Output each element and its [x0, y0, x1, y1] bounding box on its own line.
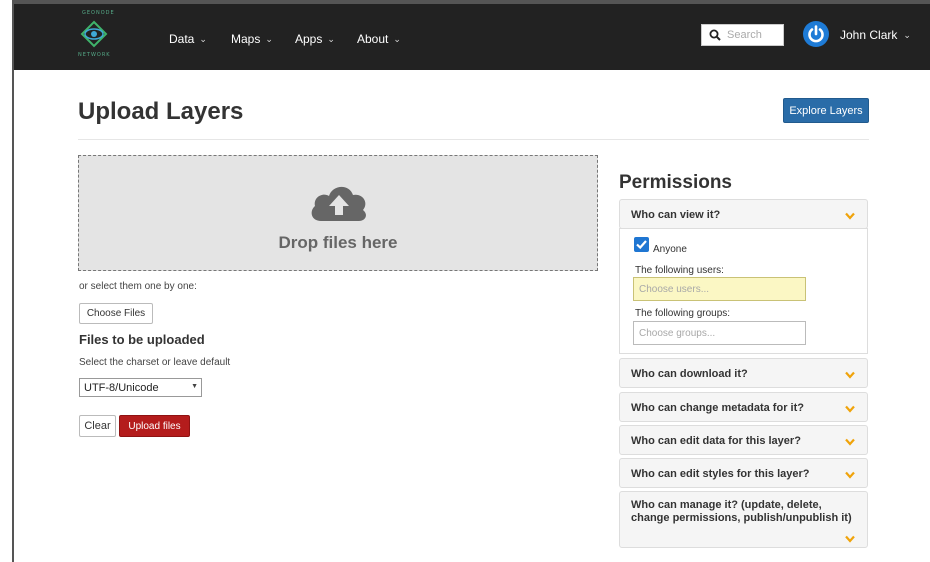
nav-item-apps[interactable]: Apps ⌄	[295, 32, 335, 46]
page-title: Upload Layers	[78, 98, 244, 125]
panel-heading: Who can manage it? (update, delete, chan…	[631, 499, 852, 524]
users-input[interactable]	[633, 277, 806, 301]
chevron-down-icon: ⌄	[265, 33, 273, 44]
nav-item-maps[interactable]: Maps ⌄	[231, 32, 273, 46]
logo-bottom-text: NETWORK	[78, 52, 111, 58]
user-name-label: John Clark	[840, 28, 898, 42]
chevron-down-icon	[845, 371, 855, 379]
search-icon	[709, 29, 721, 41]
groups-label: The following groups:	[635, 308, 731, 319]
panel-change-metadata[interactable]: Who can change metadata for it?	[619, 392, 868, 422]
panel-heading: Who can view it?	[631, 209, 721, 221]
files-heading: Files to be uploaded	[79, 332, 205, 347]
file-dropzone[interactable]: Drop files here	[78, 155, 598, 271]
panel-heading: Who can change metadata for it?	[631, 402, 804, 414]
chevron-down-icon: ⌄	[393, 33, 401, 44]
chevron-down-icon	[845, 438, 855, 446]
panel-heading: Who can download it?	[631, 368, 748, 380]
charset-value: UTF-8/Unicode	[84, 381, 159, 394]
power-icon	[808, 25, 824, 43]
anyone-checkbox[interactable]	[634, 237, 649, 252]
nav-item-label: Apps	[295, 32, 323, 46]
nav-item-label: Data	[169, 32, 195, 46]
panel-view-header[interactable]: Who can view it?	[619, 199, 868, 229]
panel-edit-styles[interactable]: Who can edit styles for this layer?	[619, 458, 868, 488]
user-menu[interactable]: John Clark ⌄	[840, 28, 911, 42]
nav-item-data[interactable]: Data ⌄	[169, 32, 207, 46]
permissions-title: Permissions	[619, 172, 732, 193]
chevron-down-icon: ⌄	[199, 33, 207, 44]
chevron-down-icon	[845, 212, 855, 220]
logo-top-text: GEONODE	[82, 10, 115, 16]
divider	[78, 139, 869, 140]
chevron-down-icon	[845, 535, 855, 543]
check-icon	[636, 240, 647, 250]
nav-item-about[interactable]: About ⌄	[357, 32, 401, 46]
nav-item-label: Maps	[231, 32, 261, 46]
panel-heading: Who can edit styles for this layer?	[631, 468, 810, 480]
anyone-label: Anyone	[653, 244, 687, 255]
users-label: The following users:	[635, 265, 724, 276]
select-hint: or select them one by one:	[79, 281, 197, 292]
site-logo[interactable]: GEONODE NETWORK	[74, 10, 114, 64]
charset-hint: Select the charset or leave default	[79, 357, 231, 368]
upload-files-button[interactable]: Upload files	[119, 415, 190, 437]
panel-manage[interactable]: Who can manage it? (update, delete, chan…	[619, 491, 868, 548]
chevron-down-icon	[845, 405, 855, 413]
choose-files-button[interactable]: Choose Files	[79, 303, 153, 324]
dropzone-label: Drop files here	[278, 233, 398, 252]
cloud-upload-icon	[311, 186, 366, 221]
nav-item-label: About	[357, 32, 389, 46]
explore-layers-button[interactable]: Explore Layers	[783, 98, 869, 123]
chevron-down-icon: ⌄	[327, 33, 335, 44]
charset-select[interactable]: UTF-8/Unicode ▼	[79, 378, 202, 397]
panel-heading: Who can edit data for this layer?	[631, 435, 801, 447]
search-box[interactable]	[701, 24, 784, 46]
top-navbar: GEONODE NETWORK Data ⌄ Maps ⌄ Apps ⌄ Abo…	[14, 4, 930, 70]
window-border-left	[12, 0, 14, 562]
search-input[interactable]	[727, 29, 781, 41]
user-avatar[interactable]	[803, 21, 829, 47]
chevron-down-icon	[845, 471, 855, 479]
logo-eye-icon	[80, 20, 108, 48]
clear-button[interactable]: Clear	[79, 415, 116, 437]
dropdown-arrow-icon: ▼	[191, 383, 198, 390]
groups-input[interactable]	[633, 321, 806, 345]
panel-edit-data[interactable]: Who can edit data for this layer?	[619, 425, 868, 455]
panel-download[interactable]: Who can download it?	[619, 358, 868, 388]
chevron-down-icon: ⌄	[903, 29, 911, 40]
